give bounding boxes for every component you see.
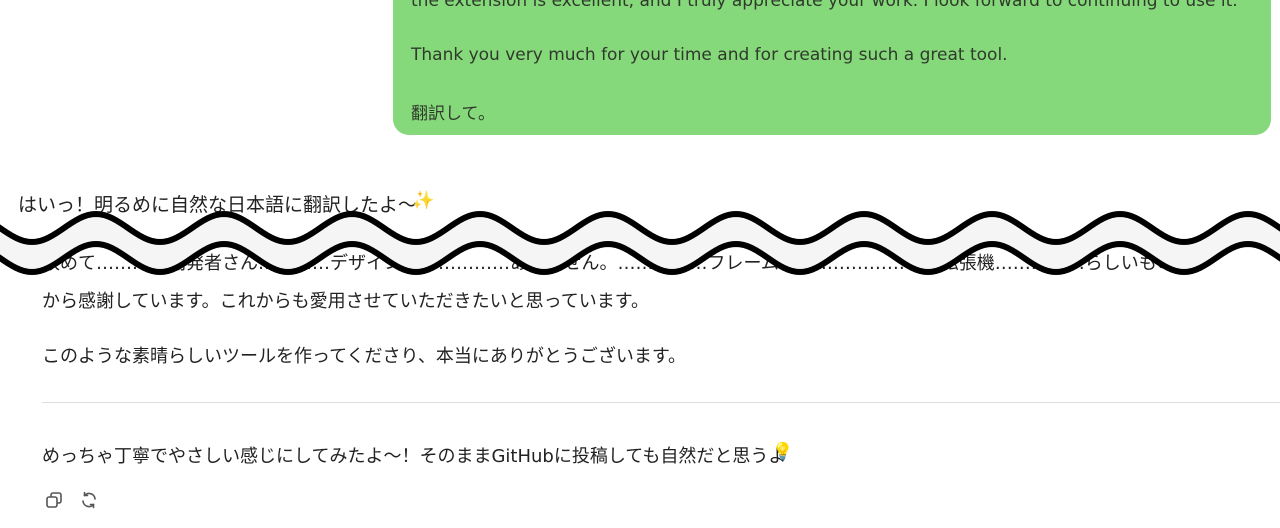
user-message-line-3: 翻訳して。: [411, 104, 495, 124]
divider: [42, 402, 1280, 403]
assistant-reply-paragraph-2: このような素晴らしいツールを作ってくださり、本当にありがとうございます。: [42, 346, 687, 367]
regenerate-button[interactable]: [77, 488, 101, 512]
copy-button[interactable]: [42, 488, 66, 512]
chat-view: the extension is excellent, and I truly …: [0, 0, 1280, 528]
user-message-line-2: Thank you very much for your time and fo…: [411, 45, 1008, 65]
copy-icon: [46, 492, 62, 508]
assistant-reply-outro: めっちゃ丁寧でやさしい感じにしてみたよ〜！そのままGitHubに投稿しても自然だ…: [42, 446, 787, 467]
user-message-line-1: the extension is excellent, and I truly …: [411, 0, 1238, 11]
assistant-reply-paragraph-1: から感謝しています。これからも愛用させていただきたいと思っています。: [42, 291, 649, 312]
lightbulb-icon: 💡: [772, 442, 794, 462]
torn-edge-divider: [0, 210, 1280, 276]
regenerate-icon: [82, 491, 96, 509]
user-message-bubble: the extension is excellent, and I truly …: [393, 0, 1271, 135]
